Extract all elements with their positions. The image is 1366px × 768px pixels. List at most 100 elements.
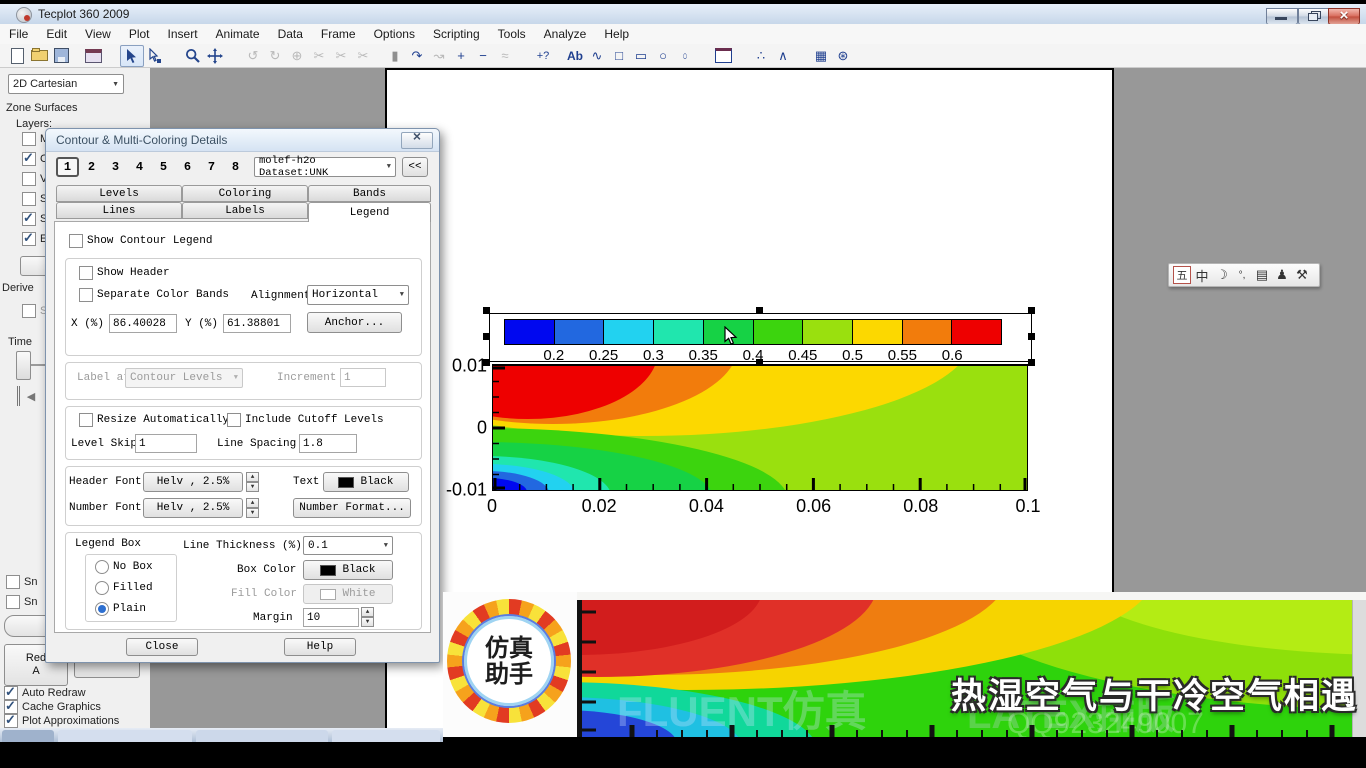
ellipse-tool-icon[interactable]: ○ [674,46,696,66]
restore-button[interactable] [1298,8,1330,25]
contour-group-3[interactable]: 3 [104,157,127,177]
menu-analyze[interactable]: Analyze [535,25,596,43]
menu-plot[interactable]: Plot [120,25,159,43]
level-skip-input[interactable]: 1 [135,434,197,453]
resize-automatically-checkbox[interactable] [79,413,93,427]
start-orb[interactable] [2,730,54,742]
number-font-button[interactable]: Helv , 2.5% [143,498,243,518]
selection-handle-nw[interactable] [483,307,490,314]
taskbar-button[interactable] [332,730,440,742]
menu-file[interactable]: File [0,25,37,43]
layer-edge-checkbox[interactable] [22,232,36,246]
menu-options[interactable]: Options [365,25,424,43]
user-mode-icon[interactable]: ♟ [1273,266,1291,284]
show-contour-legend-checkbox[interactable] [69,234,83,248]
print-icon[interactable] [82,46,104,66]
menu-animate[interactable]: Animate [207,25,269,43]
tool-menu-icon[interactable]: ⚒ [1293,266,1311,284]
taskbar-button[interactable] [58,730,192,742]
menu-view[interactable]: View [76,25,120,43]
skip-to-start-button[interactable]: ◀ [17,386,42,406]
rectangle-tool-icon[interactable]: ▭ [630,46,652,66]
menu-frame[interactable]: Frame [312,25,365,43]
snap-to-grid-checkbox[interactable] [6,575,20,589]
layer-mesh-checkbox[interactable] [22,132,36,146]
selection-handle-w[interactable] [483,333,490,340]
tab-legend[interactable]: Legend [308,202,431,222]
dialog-close-action-button[interactable]: Close [126,638,198,656]
line-thickness-dropdown[interactable]: 0.1 [303,536,393,555]
derived-object-checkbox[interactable] [22,304,36,318]
spin-down-icon[interactable] [246,508,259,518]
wubi-indicator-icon[interactable]: 五 [1173,266,1191,284]
add-point-icon[interactable]: + [450,46,472,66]
header-font-button[interactable]: Helv , 2.5% [143,472,243,492]
tab-coloring[interactable]: Coloring [182,185,308,202]
number-font-spinner[interactable] [246,498,259,518]
filled-radio[interactable] [95,581,109,595]
plain-radio[interactable] [95,602,109,616]
remove-point-icon[interactable]: − [472,46,494,66]
translate-tool-icon[interactable] [204,46,226,66]
segments-tool-icon[interactable]: ∧ [772,46,794,66]
time-slider-handle[interactable] [16,351,31,380]
spin-up-icon[interactable] [361,607,374,617]
selection-handle-n[interactable] [756,307,763,314]
contour-variable-dropdown[interactable]: molef-h2o Dataset:UNK [254,157,396,177]
spin-down-icon[interactable] [246,482,259,492]
select-tool-icon[interactable] [120,45,144,67]
language-mode-icon[interactable]: 中 [1193,266,1211,284]
scatter-tool-icon[interactable]: ∴ [750,46,772,66]
layer-shade-checkbox[interactable] [22,212,36,226]
new-file-icon[interactable] [6,46,28,66]
selection-handle-ne[interactable] [1028,307,1035,314]
text-tool-icon[interactable]: Ab [564,46,586,66]
layer-contour-checkbox[interactable] [22,152,36,166]
close-button[interactable] [1328,8,1360,25]
polyline-tool-icon[interactable]: ∿ [586,46,608,66]
plot-approximations-checkbox[interactable] [4,714,18,728]
frame-tool-icon[interactable] [712,46,734,66]
minimize-button[interactable] [1266,8,1298,25]
spin-up-icon[interactable] [246,498,259,508]
probe-icon[interactable]: +? [532,46,554,66]
zoom-tool-icon[interactable] [182,46,204,66]
menu-scripting[interactable]: Scripting [424,25,489,43]
text-color-button[interactable]: Black [323,472,409,492]
show-header-checkbox[interactable] [79,266,93,280]
soft-keyboard-icon[interactable]: ▤ [1253,266,1271,284]
selection-handle-e[interactable] [1028,333,1035,340]
spin-up-icon[interactable] [246,472,259,482]
dialog-close-button[interactable] [401,132,433,149]
square-tool-icon[interactable]: □ [608,46,630,66]
tab-levels[interactable]: Levels [56,185,182,202]
contour-group-1[interactable]: 1 [56,157,79,177]
collapse-dialog-button[interactable]: << [402,157,428,177]
contour-group-2[interactable]: 2 [80,157,103,177]
y-percent-input[interactable]: 61.38801 [223,314,291,333]
save-icon[interactable] [50,46,72,66]
layer-scatter-checkbox[interactable] [22,192,36,206]
menu-edit[interactable]: Edit [37,25,76,43]
punctuation-toggle-icon[interactable]: °, [1233,266,1251,284]
x-percent-input[interactable]: 86.40028 [109,314,177,333]
box-color-button[interactable]: Black [303,560,393,580]
selection-handle-se[interactable] [1028,359,1035,366]
contour-plot[interactable] [492,364,1028,491]
halfwidth-toggle-icon[interactable]: ☽ [1213,266,1231,284]
snap-to-paper-checkbox[interactable] [6,595,20,609]
anchor-button[interactable]: Anchor... [307,312,402,333]
menu-data[interactable]: Data [269,25,312,43]
alignment-dropdown[interactable]: Horizontal [307,285,409,305]
plot-type-dropdown[interactable]: 2D Cartesian [8,74,124,94]
contour-group-6[interactable]: 6 [176,157,199,177]
tab-bands[interactable]: Bands [308,185,431,202]
layer-vector-checkbox[interactable] [22,172,36,186]
line-spacing-input[interactable]: 1.8 [299,434,357,453]
tab-labels[interactable]: Labels [182,202,308,219]
adjust-tool-icon[interactable] [144,46,166,66]
margin-spinner[interactable] [361,607,374,627]
no-box-radio[interactable] [95,560,109,574]
menu-help[interactable]: Help [595,25,638,43]
number-format-button[interactable]: Number Format... [293,498,411,518]
